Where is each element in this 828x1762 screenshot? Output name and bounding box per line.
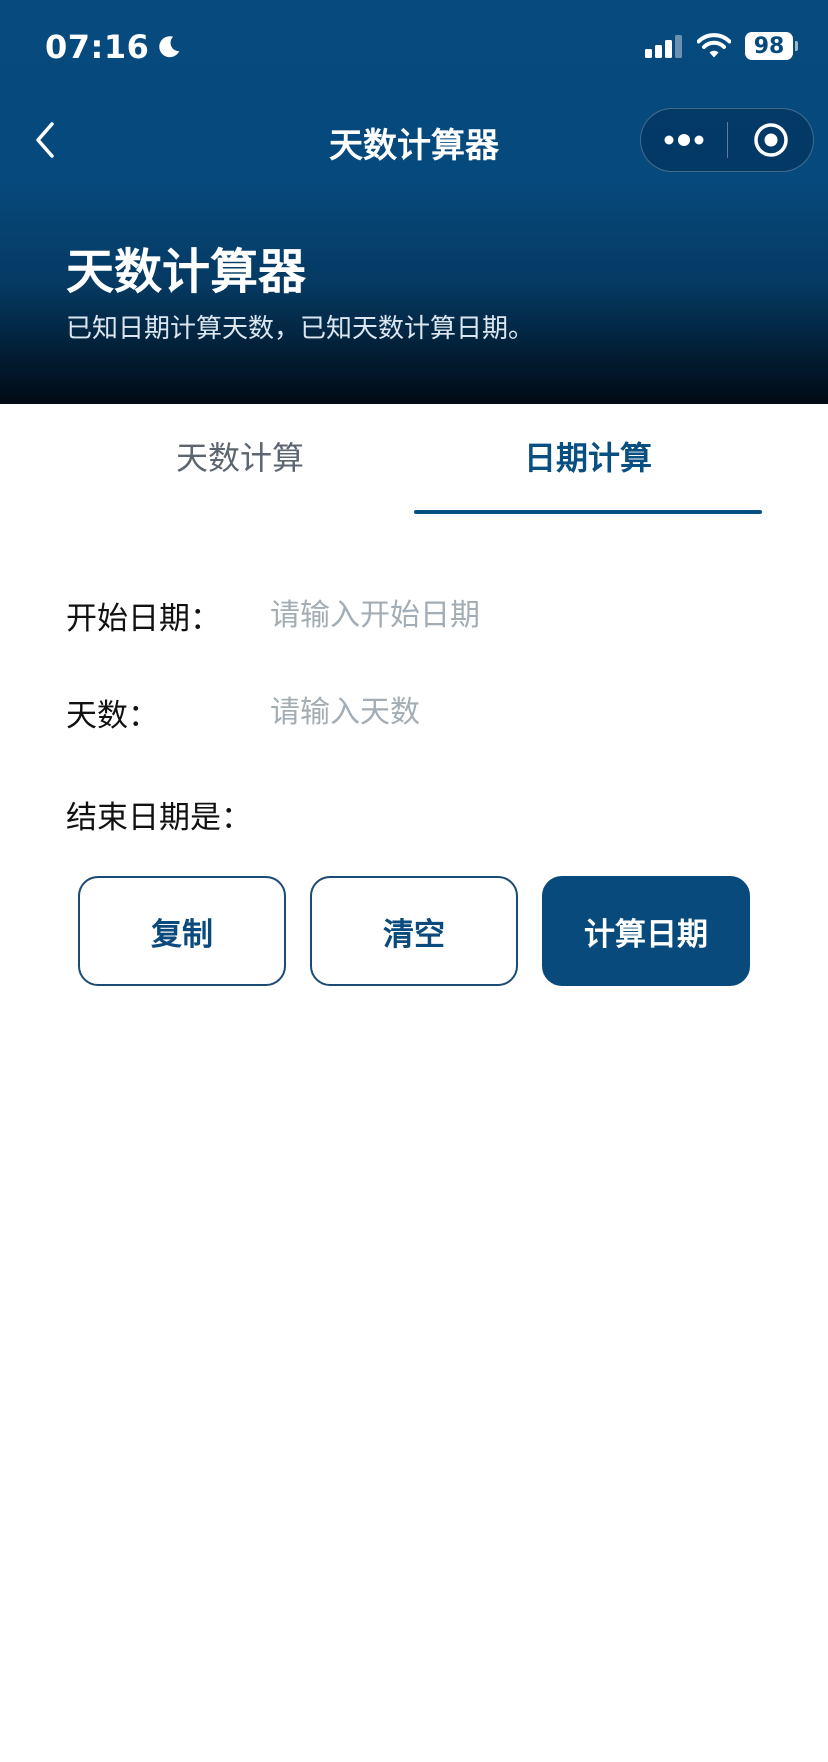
more-dots-icon — [664, 134, 704, 146]
battery-indicator: 98 — [745, 32, 798, 60]
calculate-date-button[interactable]: 计算日期 — [542, 876, 750, 986]
end-date-label: 结束日期是： — [66, 799, 252, 836]
header: 07:16 98 天数计算器 天数计算器 已知日期计算天数，已知天数计算日期。 — [0, 0, 828, 404]
battery-level: 98 — [745, 32, 793, 60]
hero-title: 天数计算器 — [66, 244, 307, 300]
wifi-icon — [697, 33, 731, 58]
end-date-row: 结束日期是： — [66, 784, 766, 844]
days-label: 天数： — [66, 697, 159, 734]
mini-program-capsule — [640, 108, 814, 172]
battery-tip — [795, 41, 798, 51]
more-button[interactable] — [641, 109, 727, 171]
tab-date-calculation[interactable]: 日期计算 — [414, 404, 762, 516]
close-button[interactable] — [728, 109, 813, 171]
status-bar-time: 07:16 — [45, 28, 183, 66]
status-bar-right: 98 — [645, 32, 798, 60]
target-circle-icon — [753, 123, 788, 157]
clear-button[interactable]: 清空 — [310, 876, 518, 986]
days-row: 天数： — [66, 682, 766, 742]
status-time-text: 07:16 — [45, 28, 150, 66]
copy-button[interactable]: 复制 — [78, 876, 286, 986]
start-date-label: 开始日期： — [66, 600, 221, 637]
tab-bar: 天数计算 日期计算 — [0, 404, 828, 516]
moon-icon — [159, 36, 180, 58]
days-input[interactable] — [270, 687, 766, 737]
active-tab-indicator — [414, 510, 762, 514]
signal-icon — [645, 35, 682, 58]
back-button[interactable] — [28, 118, 64, 162]
start-date-input[interactable] — [270, 590, 766, 640]
hero-subtitle: 已知日期计算天数，已知天数计算日期。 — [66, 314, 535, 344]
start-date-row: 开始日期： — [66, 585, 766, 645]
chevron-left-icon — [36, 122, 54, 158]
tab-day-calculation[interactable]: 天数计算 — [66, 404, 414, 516]
